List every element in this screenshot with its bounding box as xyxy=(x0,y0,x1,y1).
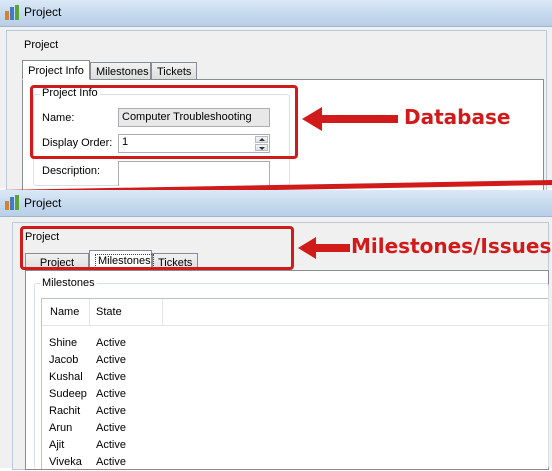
column-header-state[interactable]: State xyxy=(96,306,122,318)
list-item-state: Active xyxy=(96,388,126,400)
list-item-state: Active xyxy=(96,354,126,366)
list-item-state: Active xyxy=(96,405,126,417)
list-item-state: Active xyxy=(96,337,126,349)
list-item-name: Ajit xyxy=(49,439,65,451)
list-item[interactable]: Arun Active xyxy=(42,420,548,437)
list-item-name: Sudeep xyxy=(49,388,87,400)
window-milestones: Project Project Project Info Tickets Mil… xyxy=(0,190,552,470)
list-item[interactable]: Jacob Active xyxy=(42,352,548,369)
list-item[interactable]: Kushal Active xyxy=(42,369,548,386)
window1-title: Project xyxy=(24,5,62,19)
list-item-state: Active xyxy=(96,439,126,451)
tab-project-info-label: Project Info xyxy=(28,65,84,77)
list-item[interactable]: Viveka Active xyxy=(42,454,548,471)
list-item-name: Viveka xyxy=(49,456,82,468)
tab-tickets[interactable]: Tickets xyxy=(151,62,197,80)
list-item-state: Active xyxy=(96,456,126,468)
list-item[interactable]: Ajit Active xyxy=(42,437,548,454)
bar-chart-icon xyxy=(5,195,19,210)
list-item-name: Arun xyxy=(49,422,73,434)
milestones-group-title: Milestones xyxy=(40,277,97,289)
database-highlight xyxy=(30,85,298,159)
tab-project-info[interactable]: Project Info xyxy=(22,60,90,80)
list-item[interactable]: Rachit Active xyxy=(42,403,548,420)
list-item-state: Active xyxy=(96,371,126,383)
list-header: Name State xyxy=(42,299,548,326)
window1-titlebar[interactable]: Project xyxy=(0,0,552,27)
arrow-left-icon xyxy=(298,237,350,259)
list-item-name: Shine xyxy=(49,337,78,349)
bar-chart-icon xyxy=(5,5,19,20)
window-project-info: Project Project Milestones Tickets Proje… xyxy=(0,0,552,202)
database-callout-label: Database xyxy=(404,105,511,129)
list-item-name: Kushal xyxy=(49,371,83,383)
milestones-list[interactable]: Name State Shine Active Jacob Active Kushal A… xyxy=(41,298,548,469)
milestones-highlight xyxy=(20,226,294,270)
list-item-state: Active xyxy=(96,422,126,434)
window2-titlebar[interactable]: Project xyxy=(0,190,552,217)
window2-title: Project xyxy=(24,196,62,210)
column-header-name[interactable]: Name xyxy=(50,306,79,318)
list-item-name: Rachit xyxy=(49,405,81,417)
arrow-left-icon xyxy=(302,107,398,131)
project-group-title: Project xyxy=(24,39,59,51)
list-item[interactable]: Sudeep Active xyxy=(42,386,548,403)
tab-milestones[interactable]: Milestones xyxy=(90,62,151,80)
list-item[interactable]: Shine Active xyxy=(42,335,548,352)
milestones-issues-callout-label: Milestones/Issues xyxy=(351,234,552,258)
list-item-name: Jacob xyxy=(49,354,79,366)
